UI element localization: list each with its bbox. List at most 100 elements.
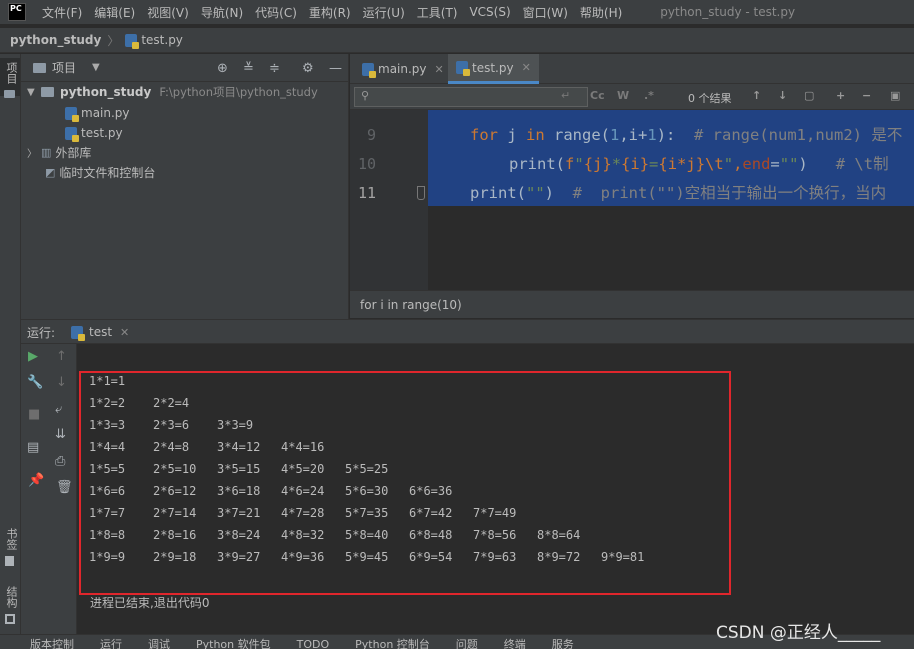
folder-icon [33, 62, 46, 73]
find-results-count: 0 个结果 [688, 92, 732, 105]
run-tab-label: test [89, 325, 113, 339]
left-tool-stripe: 项目 书签 结构 [0, 54, 21, 639]
line-number: 9 [366, 126, 376, 144]
menu-edit[interactable]: 编辑(E) [94, 4, 135, 21]
tree-scratches[interactable]: ◩ 临时文件和控制台 [45, 162, 155, 182]
whole-word-toggle[interactable]: W [617, 89, 629, 102]
bookmark-icon [5, 556, 14, 566]
regex-toggle[interactable]: .* [644, 89, 654, 102]
scroll-to-end-icon[interactable]: ⇊ [55, 427, 66, 442]
arrow-down-icon[interactable]: ↓ [56, 375, 67, 390]
code-line-11: print("") # print("")空相当于输出一个换行，当内 [470, 184, 887, 202]
bottom-tab-services[interactable]: 服务 [552, 635, 574, 649]
tree-file-main[interactable]: main.py [65, 103, 130, 123]
tree-root[interactable]: ▼ python_study F:\python项目\python_study [27, 82, 318, 102]
console-toolbar: ↑ ↓ ⤶ ⇊ ⎙ 🗑 [47, 344, 77, 634]
tree-external-libs[interactable]: 〉 ▥ 外部库 [27, 142, 91, 162]
arrow-down-icon[interactable]: ↓ [778, 89, 787, 102]
search-input[interactable]: ⚲ ↵ [354, 87, 588, 107]
exit-message: 进程已结束,退出代码0 [90, 596, 210, 610]
chevron-right-icon: 〉 [107, 33, 120, 48]
wrench-icon[interactable]: 🔧 [27, 375, 43, 390]
window-title: python_study - test.py [660, 5, 796, 19]
menu-window[interactable]: 窗口(W) [523, 4, 568, 21]
chevron-right-icon: 〉 [27, 148, 37, 160]
code-line-9: for j in range(1,i+1): # range(num1,num2… [470, 126, 903, 144]
menu-navigate[interactable]: 导航(N) [201, 4, 243, 21]
breadcrumb-file[interactable]: test.py [141, 33, 183, 47]
search-icon: ⚲ [361, 89, 370, 102]
menu-run[interactable]: 运行(U) [363, 4, 405, 21]
python-file-icon [125, 33, 140, 49]
run-tab-test[interactable]: test ✕ [71, 320, 129, 344]
expand-all-icon[interactable]: ≚ [243, 61, 254, 76]
tree-scratches-label: 临时文件和控制台 [59, 165, 156, 180]
line-number: 10 [357, 155, 376, 173]
folder-icon [4, 90, 15, 98]
trash-icon[interactable]: 🗑 [56, 480, 73, 495]
add-occurrence-icon[interactable]: + [836, 89, 845, 102]
run-panel-header: 运行: test ✕ [21, 319, 914, 344]
python-file-icon [71, 325, 85, 341]
menu-tools[interactable]: 工具(T) [417, 4, 458, 21]
breadcrumb-project[interactable]: python_study [10, 33, 101, 47]
run-panel-label: 运行: [27, 326, 56, 340]
scratch-icon: ◩ [45, 165, 56, 179]
pycharm-logo-icon: PC [8, 3, 26, 21]
hide-icon[interactable]: — [329, 61, 342, 76]
menu-file[interactable]: 文件(F) [42, 4, 82, 21]
bottom-tab-debug[interactable]: 调试 [148, 635, 170, 649]
bottom-tab-console[interactable]: Python 控制台 [355, 635, 430, 649]
play-icon[interactable]: ▶ [28, 349, 38, 364]
collapse-all-icon[interactable]: ≑ [269, 61, 280, 76]
menu-code[interactable]: 代码(C) [255, 4, 297, 21]
menu-bar: PC 文件(F) 编辑(E) 视图(V) 导航(N) 代码(C) 重构(R) 运… [0, 0, 914, 24]
tree-file-test[interactable]: test.py [65, 123, 123, 143]
tab-main-py[interactable]: main.py ✕ [354, 54, 452, 84]
close-icon[interactable]: ✕ [120, 326, 129, 339]
stripe-project-tab[interactable]: 项目 [3, 62, 19, 84]
bottom-tab-packages[interactable]: Python 软件包 [196, 635, 271, 649]
soft-wrap-icon[interactable]: ⤶ [55, 402, 62, 417]
close-icon[interactable]: ✕ [435, 63, 444, 76]
python-file-icon [65, 126, 79, 142]
menu-help[interactable]: 帮助(H) [580, 4, 622, 21]
folder-icon [41, 87, 54, 97]
fold-icon[interactable] [417, 186, 425, 200]
locate-icon[interactable]: ⊕ [217, 61, 228, 76]
tab-test-py[interactable]: test.py ✕ [448, 54, 539, 84]
menu-view[interactable]: 视图(V) [147, 4, 189, 21]
filter-icon[interactable]: ▣ [890, 89, 900, 102]
new-line-icon[interactable]: ↵ [561, 89, 570, 102]
chevron-down-icon[interactable]: ▼ [92, 62, 100, 73]
close-icon[interactable]: ✕ [522, 61, 531, 74]
stop-icon[interactable]: ■ [28, 407, 40, 422]
tree-root-path: F:\python项目\python_study [159, 85, 318, 99]
bottom-tab-todo[interactable]: TODO [297, 635, 330, 649]
print-icon[interactable]: ⎙ [55, 454, 65, 469]
gear-icon[interactable]: ⚙ [302, 61, 314, 76]
stripe-structure-tab[interactable]: 结构 [3, 586, 19, 608]
arrow-up-icon[interactable]: ↑ [752, 89, 761, 102]
match-case-toggle[interactable]: Cc [590, 89, 605, 102]
arrow-up-icon[interactable]: ↑ [56, 349, 67, 364]
output-highlight-box [79, 371, 731, 595]
stripe-bookmarks-tab[interactable]: 书签 [3, 528, 19, 550]
structure-icon [5, 614, 15, 624]
code-breadcrumb-label[interactable]: for i in range(10) [360, 298, 462, 312]
bottom-tab-run[interactable]: 运行 [100, 635, 122, 649]
select-all-icon[interactable]: ▢ [804, 89, 814, 102]
project-panel-title[interactable]: 项目 [52, 59, 76, 76]
bottom-tab-vcs[interactable]: 版本控制 [30, 635, 74, 649]
editor-code-breadcrumb: for i in range(10) [350, 290, 914, 318]
menu-refactor[interactable]: 重构(R) [309, 4, 351, 21]
bottom-tab-terminal[interactable]: 终端 [504, 635, 526, 649]
chevron-down-icon: ▼ [27, 86, 35, 98]
menu-vcs[interactable]: VCS(S) [469, 5, 510, 19]
code-editor[interactable]: for j in range(1,i+1): # range(num1,num2… [428, 110, 914, 290]
pin-icon[interactable]: 📌 [28, 473, 44, 488]
layout-icon[interactable]: ▤ [27, 440, 39, 455]
remove-occurrence-icon[interactable]: − [862, 89, 871, 102]
editor-tab-bar: main.py ✕ test.py ✕ [350, 54, 914, 84]
bottom-tab-problems[interactable]: 问题 [456, 635, 478, 649]
